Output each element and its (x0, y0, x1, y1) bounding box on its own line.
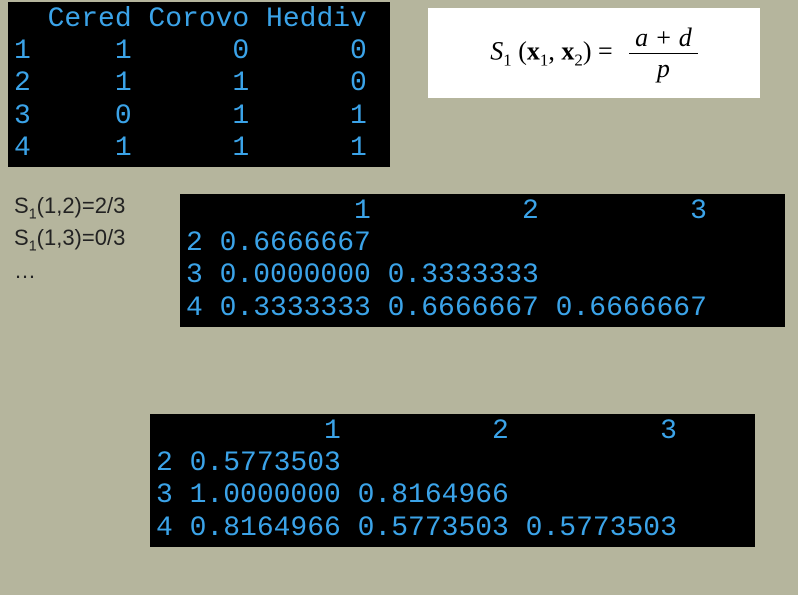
formula-denominator: p (651, 54, 676, 84)
note1-sub: 1 (29, 206, 37, 222)
formula-arg1: x (527, 36, 540, 65)
formula-fraction: a + d p (629, 23, 698, 84)
formula-symbol-sub: 1 (503, 50, 511, 69)
note-line-3: … (14, 257, 125, 285)
note2-rest: (1,3)=0/3 (37, 225, 126, 250)
note1-sym: S (14, 193, 29, 218)
note1-rest: (1,2)=2/3 (37, 193, 126, 218)
formula-paren-close-eq: ) = (583, 36, 619, 65)
formula-symbol: S (490, 36, 503, 65)
note-line-1: S1(1,2)=2/3 (14, 192, 125, 224)
distance-matrix: 1 2 3 2 0.5773503 3 1.0000000 0.8164966 … (150, 414, 755, 547)
formula-paren-open: ( (512, 36, 527, 65)
formula-s1-definition: S1 (x1, x2) = a + d p (428, 8, 760, 98)
formula-numerator: a + d (629, 23, 698, 54)
note-line-2: S1(1,3)=0/3 (14, 224, 125, 256)
formula-arg2-sub: 2 (574, 50, 582, 69)
formula-sep: , (548, 36, 561, 65)
s1-similarity-matrix: 1 2 3 2 0.6666667 3 0.0000000 0.3333333 … (180, 194, 785, 327)
note2-sym: S (14, 225, 29, 250)
side-notes: S1(1,2)=2/3 S1(1,3)=0/3 … (14, 192, 125, 284)
binary-data-table: Cered Corovo Heddiv 1 1 0 0 2 1 1 0 3 0 … (8, 2, 390, 167)
formula-arg2: x (561, 36, 574, 65)
note2-sub: 1 (29, 239, 37, 255)
